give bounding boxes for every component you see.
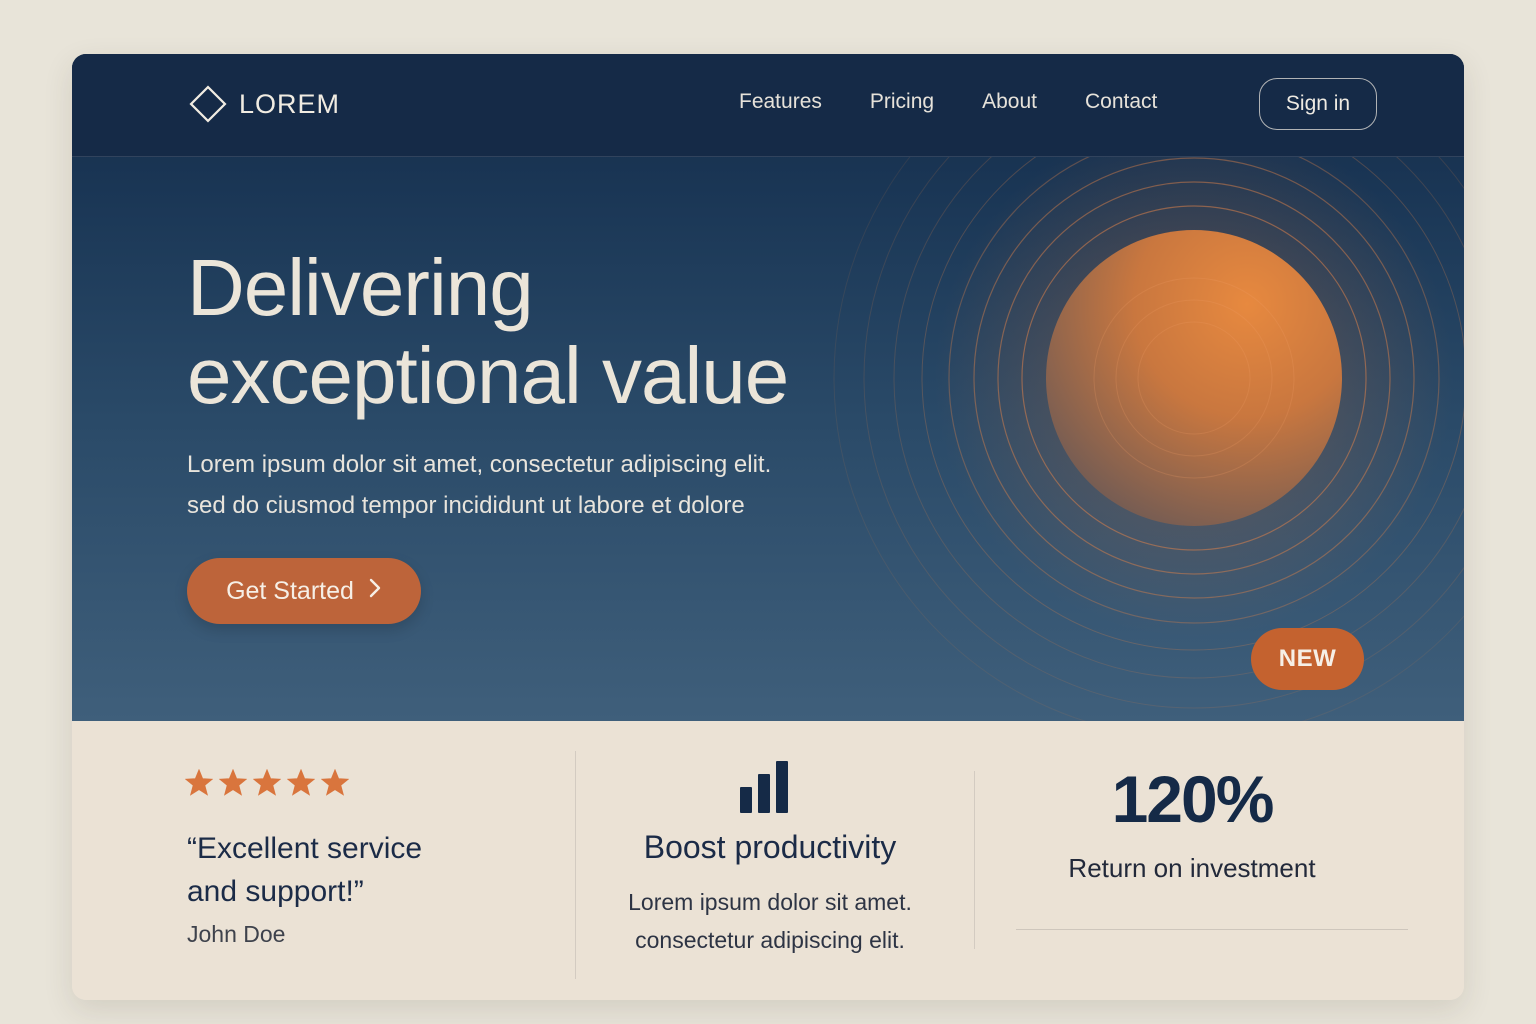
column-divider — [974, 771, 975, 949]
hero-headline: Delivering exceptional value — [187, 243, 789, 420]
stat-underline — [1016, 929, 1408, 930]
subtext-line-1: Lorem ipsum dolor sit amet, consectetur … — [187, 451, 772, 478]
desc-line-1: Lorem ipsum dolor sit amet. — [628, 889, 912, 915]
productivity-title: Boost productivity — [643, 829, 897, 865]
nav-link-pricing[interactable]: Pricing — [870, 90, 934, 114]
headline-line-1: Delivering — [187, 243, 534, 332]
get-started-button[interactable]: Get Started — [187, 558, 421, 624]
star-icon — [286, 768, 316, 802]
landing-page: LOREM Features Pricing About Contact Sig… — [72, 54, 1464, 1000]
star-icon — [184, 768, 214, 802]
hero-subtext: Lorem ipsum dolor sit amet, consectetur … — [187, 444, 887, 526]
quote-line-2: and support!” — [187, 875, 364, 908]
headline-line-2: exceptional value — [187, 331, 789, 420]
roi-value: 120% — [1111, 762, 1275, 836]
chevron-right-icon — [368, 577, 382, 606]
roi-label: Return on investment — [1068, 853, 1316, 883]
productivity-description: Lorem ipsum dolor sit amet. consectetur … — [575, 883, 965, 959]
hero-section: LOREM Features Pricing About Contact Sig… — [72, 54, 1464, 721]
nav-link-about[interactable]: About — [982, 90, 1037, 114]
subtext-line-2: sed do ciusmod tempor incididunt ut labo… — [187, 492, 745, 519]
star-rating — [184, 768, 350, 802]
logo-text: LOREM — [239, 88, 341, 119]
sign-in-button[interactable]: Sign in — [1259, 78, 1377, 130]
diamond-logo-icon — [187, 83, 229, 125]
new-badge: NEW — [1251, 628, 1364, 690]
logo[interactable]: LOREM — [187, 82, 340, 126]
star-icon — [218, 768, 248, 802]
top-nav: LOREM Features Pricing About Contact Sig… — [72, 54, 1464, 157]
features-strip: “Excellent service and support!” John Do… — [72, 721, 1464, 1000]
testimonial-author: John Doe — [187, 921, 286, 947]
star-icon — [252, 768, 282, 802]
star-icon — [320, 768, 350, 802]
get-started-label: Get Started — [226, 576, 354, 605]
desc-line-2: consectetur adipiscing elit. — [635, 927, 905, 953]
bar-chart-icon — [740, 761, 790, 820]
nav-link-features[interactable]: Features — [739, 90, 822, 114]
nav-link-contact[interactable]: Contact — [1085, 90, 1157, 114]
quote-line-1: “Excellent service — [187, 832, 423, 865]
nav-links: Features Pricing About Contact — [739, 90, 1205, 114]
testimonial-quote: “Excellent service and support!” — [187, 827, 527, 913]
